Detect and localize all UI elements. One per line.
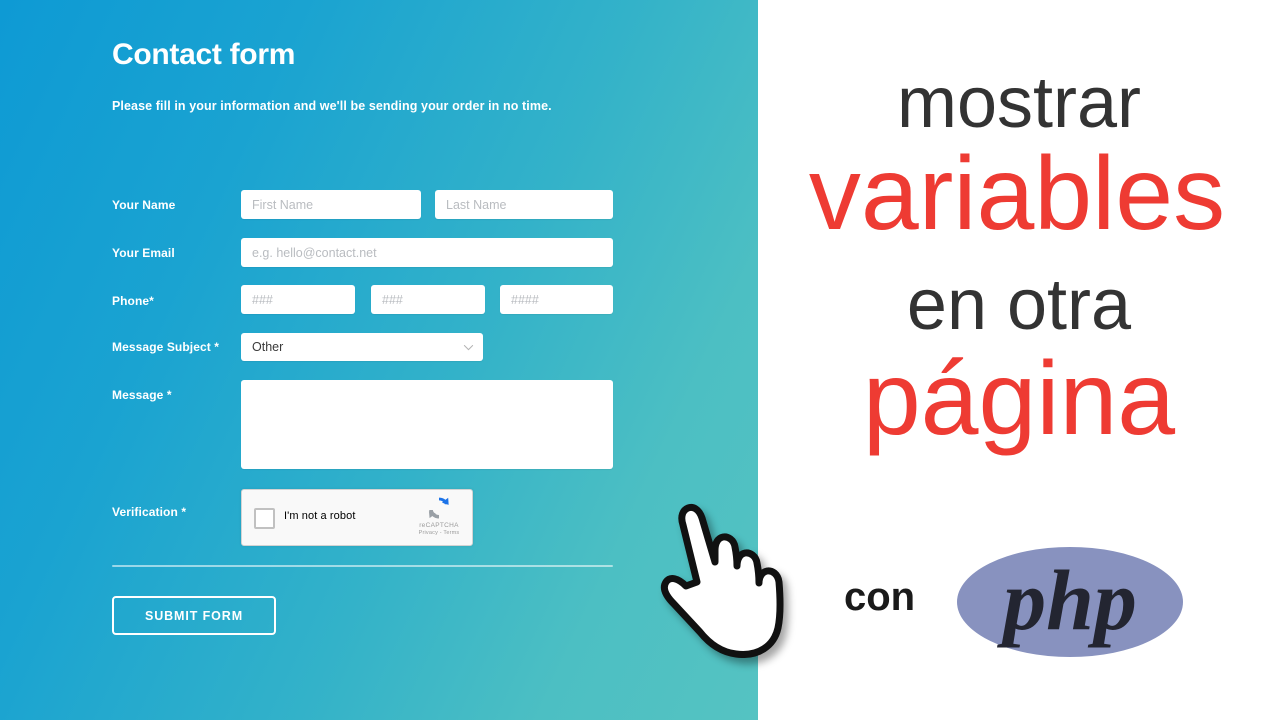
recaptcha-logo-icon [428,497,449,519]
email-input[interactable] [241,238,613,267]
message-textarea[interactable] [241,380,613,469]
label-your-name: Your Name [112,198,176,212]
recaptcha-checkbox[interactable] [254,508,275,529]
chevron-down-icon [463,342,474,353]
promo-line-3: en otra [906,265,1132,345]
phone-area-input[interactable] [241,285,355,314]
page-title: Contact form [112,38,296,71]
promo-line-1: mostrar [896,63,1142,143]
phone-prefix-input[interactable] [371,285,485,314]
phone-line-input[interactable] [500,285,613,314]
submit-form-button[interactable]: SUBMIT FORM [112,596,276,635]
label-your-email: Your Email [112,246,175,260]
recaptcha-brand-name: reCAPTCHA [419,522,459,529]
recaptcha-legal-links[interactable]: Privacy - Terms [413,530,465,536]
recaptcha-branding: reCAPTCHA Privacy - Terms [413,495,465,536]
label-message-subject: Message Subject * [112,340,220,354]
form-divider [112,565,613,567]
first-name-input[interactable] [241,190,421,219]
recaptcha-widget[interactable]: I'm not a robot reCAPTCHA Privacy - Term… [241,489,473,546]
php-logo-text: php [996,552,1137,648]
last-name-input[interactable] [435,190,613,219]
promo-line-2: variables [808,136,1226,252]
label-phone: Phone* [112,294,154,308]
hand-pointer-icon [640,490,800,665]
message-subject-select[interactable]: Other [241,333,483,361]
promo-line-4: página [862,341,1176,457]
message-subject-value: Other [252,340,284,354]
label-message: Message * [112,388,172,402]
label-verification: Verification * [112,505,187,519]
page-subtitle: Please fill in your information and we'l… [112,99,552,113]
promo-con-label: con [844,575,916,619]
recaptcha-label: I'm not a robot [284,510,356,522]
php-logo: php [955,545,1185,659]
